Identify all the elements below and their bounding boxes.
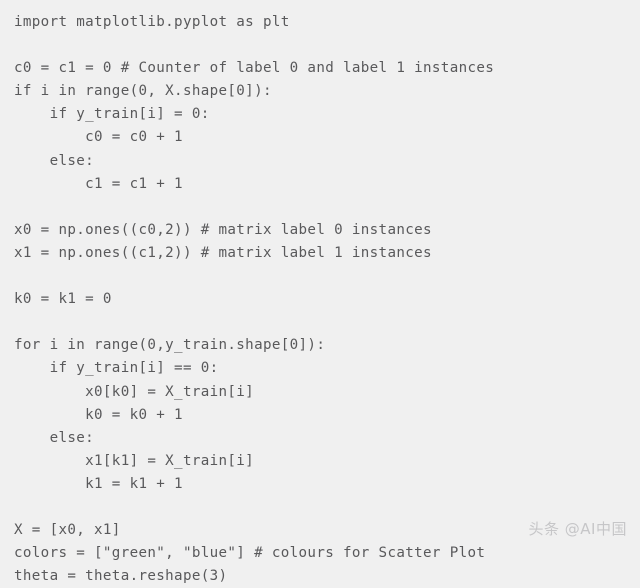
code-line: x0 = np.ones((c0,2)) # matrix label 0 in…	[14, 221, 432, 238]
code-line: k0 = k1 = 0	[14, 291, 112, 308]
code-line: k0 = k0 + 1	[14, 406, 183, 423]
watermark-label: 头条 @AI中国	[528, 520, 627, 538]
code-line: if y_train[i] == 0:	[14, 360, 219, 377]
code-line: for i in range(0,y_train.shape[0]):	[14, 337, 326, 354]
code-line: else:	[14, 429, 95, 446]
code-line: x1[k1] = X_train[i]	[14, 452, 255, 469]
code-line: if y_train[i] = 0:	[14, 106, 210, 123]
code-line: c1 = c1 + 1	[14, 175, 183, 192]
code-line: c0 = c0 + 1	[14, 129, 183, 146]
code-line: k1 = k1 + 1	[14, 475, 183, 492]
code-line: import matplotlib.pyplot as plt	[14, 14, 290, 30]
code-snippet-surface: import matplotlib.pyplot as plt c0 = c1 …	[0, 0, 640, 584]
code-line: c0 = c1 = 0 # Counter of label 0 and lab…	[14, 60, 495, 77]
code-line: theta = theta.reshape(3)	[14, 568, 228, 585]
code-line: else:	[14, 152, 95, 169]
code-line: if i in range(0, X.shape[0]):	[14, 83, 272, 100]
code-line: colors = ["green", "blue"] # colours for…	[14, 545, 486, 562]
code-listing: import matplotlib.pyplot as plt c0 = c1 …	[14, 11, 640, 588]
code-line: x0[k0] = X_train[i]	[14, 383, 255, 400]
code-line: x1 = np.ones((c1,2)) # matrix label 1 in…	[14, 244, 432, 261]
